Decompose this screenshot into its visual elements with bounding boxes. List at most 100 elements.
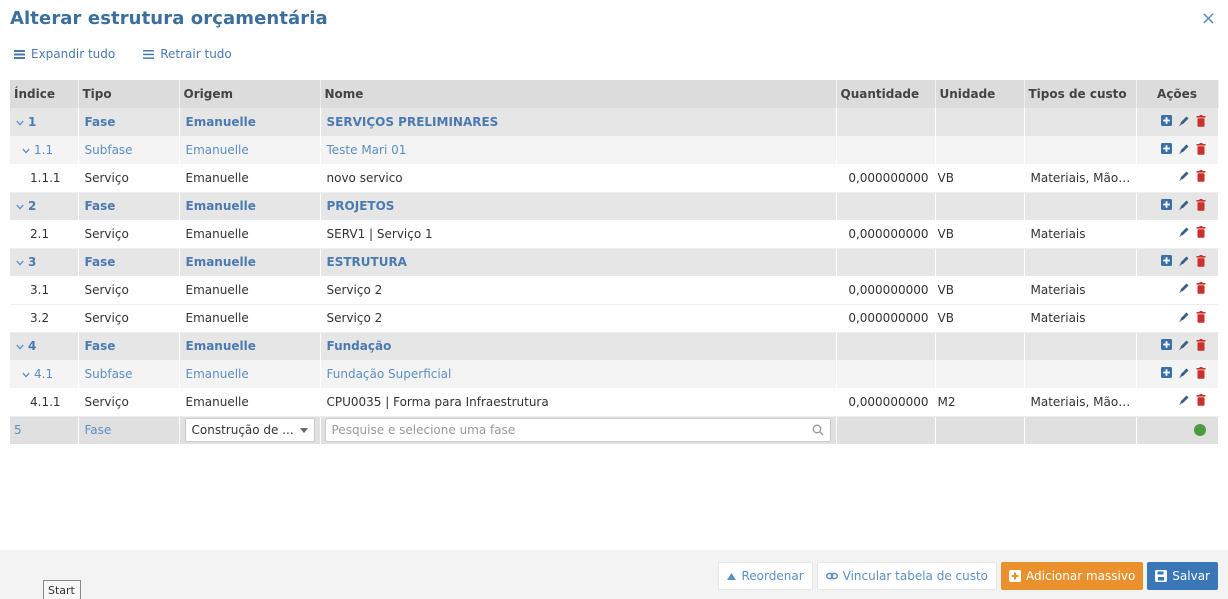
phase-search-input[interactable]: Pesquise e selecione uma fase bbox=[324, 418, 831, 443]
delete-icon[interactable] bbox=[1196, 254, 1206, 270]
edit-icon[interactable] bbox=[1178, 170, 1190, 185]
add-child-icon[interactable] bbox=[1160, 255, 1172, 269]
table-row[interactable]: 3.1 Serviço Emanuelle Serviço 2 0,000000000 V… bbox=[10, 276, 1219, 305]
cell-type: Serviço bbox=[78, 276, 180, 305]
cell-unit bbox=[935, 360, 1025, 388]
cell-quantity bbox=[836, 136, 936, 164]
cell-index[interactable]: 2 bbox=[10, 192, 79, 220]
table-row[interactable]: 1.1.1 Serviço Emanuelle novo servico 0,00000… bbox=[10, 164, 1219, 193]
cell-cost-types: Materiais bbox=[1024, 304, 1137, 333]
cell-index[interactable]: 1.1 bbox=[10, 136, 79, 164]
budget-structure-table: Índice Tipo Origem Nome Quantidade Unida… bbox=[10, 80, 1219, 444]
edit-icon[interactable] bbox=[1178, 282, 1190, 297]
delete-icon[interactable] bbox=[1196, 142, 1206, 158]
add-child-icon[interactable] bbox=[1160, 199, 1172, 213]
cell-actions bbox=[1136, 164, 1219, 193]
link-icon bbox=[825, 572, 838, 580]
delete-icon[interactable] bbox=[1196, 114, 1206, 130]
link-cost-table-label: Vincular tabela de custo bbox=[842, 569, 989, 583]
cell-actions bbox=[1136, 276, 1219, 305]
table-row[interactable]: 3.2 Serviço Emanuelle Serviço 2 0,000000000 V… bbox=[10, 304, 1219, 333]
chevron-down-icon[interactable] bbox=[22, 367, 34, 381]
cell-cost-types bbox=[1024, 108, 1137, 136]
column-header-cost-types[interactable]: Tipos de custo bbox=[1024, 80, 1137, 108]
close-icon[interactable]: × bbox=[1201, 10, 1216, 28]
edit-icon[interactable] bbox=[1178, 394, 1190, 409]
collapse-all-button[interactable]: Retrair tudo bbox=[143, 47, 232, 61]
link-cost-table-button[interactable]: Vincular tabela de custo bbox=[816, 562, 998, 590]
chevron-down-icon[interactable] bbox=[16, 115, 28, 129]
delete-icon[interactable] bbox=[1196, 338, 1206, 354]
table-row[interactable]: 4.1 Subfase Emanuelle Fundação Superficial bbox=[10, 360, 1219, 388]
cell-name: ESTRUTURA bbox=[320, 248, 837, 276]
cell-origin: Emanuelle bbox=[179, 192, 321, 220]
delete-icon[interactable] bbox=[1196, 310, 1206, 326]
reorder-button[interactable]: Reordenar bbox=[718, 562, 813, 590]
expand-all-button[interactable]: Expandir tudo bbox=[14, 47, 115, 61]
delete-icon[interactable] bbox=[1196, 366, 1206, 382]
add-child-icon[interactable] bbox=[1160, 339, 1172, 353]
new-phase-row: 5 Fase Construção de ... Pesquise e selecio… bbox=[10, 416, 1219, 444]
cell-index[interactable]: 3 bbox=[10, 248, 79, 276]
cell-actions bbox=[1136, 360, 1219, 388]
cell-index[interactable]: 4.1 bbox=[10, 360, 79, 388]
cell-index[interactable]: 1 bbox=[10, 108, 79, 136]
add-child-icon[interactable] bbox=[1160, 143, 1172, 157]
delete-icon[interactable] bbox=[1196, 282, 1206, 297]
chevron-down-icon[interactable] bbox=[16, 199, 28, 213]
new-row-index: 5 bbox=[10, 416, 79, 444]
delete-icon[interactable] bbox=[1196, 170, 1206, 185]
table-row[interactable]: 1.1 Subfase Emanuelle Teste Mari 01 bbox=[10, 136, 1219, 164]
add-child-icon[interactable] bbox=[1160, 367, 1172, 381]
save-button[interactable]: Salvar bbox=[1147, 562, 1218, 590]
cell-origin: Emanuelle bbox=[179, 304, 321, 333]
bulk-add-button[interactable]: Adicionar massivo bbox=[1001, 562, 1144, 590]
origin-select[interactable]: Construção de ... bbox=[184, 418, 315, 443]
chevron-down-icon[interactable] bbox=[16, 255, 28, 269]
cell-actions bbox=[1136, 136, 1219, 164]
cell-origin: Emanuelle bbox=[179, 164, 321, 193]
caret-down-icon bbox=[299, 427, 308, 433]
delete-icon[interactable] bbox=[1196, 198, 1206, 214]
add-child-icon[interactable] bbox=[1160, 115, 1172, 129]
edit-icon[interactable] bbox=[1178, 143, 1190, 158]
column-header-unit[interactable]: Unidade bbox=[935, 80, 1025, 108]
table-row[interactable]: 2.1 Serviço Emanuelle SERV1 | Serviço 1 0,00… bbox=[10, 220, 1219, 249]
budget-structure-modal: Alterar estrutura orçamentária × Expandi… bbox=[0, 0, 1228, 599]
cell-quantity bbox=[836, 248, 936, 276]
cell-cost-types bbox=[1024, 360, 1137, 388]
table-row[interactable]: 2 Fase Emanuelle PROJETOS bbox=[10, 192, 1219, 220]
cell-type: Serviço bbox=[78, 164, 180, 193]
table-row[interactable]: 3 Fase Emanuelle ESTRUTURA bbox=[10, 248, 1219, 276]
chevron-down-icon[interactable] bbox=[22, 143, 34, 157]
table-row[interactable]: 4.1.1 Serviço Emanuelle CPU0035 | Forma par… bbox=[10, 388, 1219, 417]
edit-icon[interactable] bbox=[1178, 367, 1190, 382]
cell-name: SERVIÇOS PRELIMINARES bbox=[320, 108, 837, 136]
edit-icon[interactable] bbox=[1178, 255, 1190, 270]
cell-name: Fundação Superficial bbox=[320, 360, 837, 388]
cell-index: 3.2 bbox=[10, 304, 79, 333]
delete-icon[interactable] bbox=[1196, 394, 1206, 409]
chevron-down-icon[interactable] bbox=[16, 339, 28, 353]
edit-icon[interactable] bbox=[1178, 339, 1190, 354]
column-header-quantity[interactable]: Quantidade bbox=[836, 80, 936, 108]
column-header-type[interactable]: Tipo bbox=[78, 80, 180, 108]
edit-icon[interactable] bbox=[1178, 311, 1190, 326]
column-header-index[interactable]: Índice bbox=[10, 80, 79, 108]
table-row[interactable]: 4 Fase Emanuelle Fundação bbox=[10, 332, 1219, 360]
cell-name: Serviço 2 bbox=[320, 276, 837, 305]
cell-name: PROJETOS bbox=[320, 192, 837, 220]
row-index: 1 bbox=[28, 115, 37, 129]
start-tooltip: Start bbox=[43, 580, 81, 599]
edit-icon[interactable] bbox=[1178, 226, 1190, 241]
bulk-add-label: Adicionar massivo bbox=[1026, 569, 1136, 583]
column-header-origin[interactable]: Origem bbox=[179, 80, 321, 108]
delete-icon[interactable] bbox=[1196, 226, 1206, 241]
edit-icon[interactable] bbox=[1178, 115, 1190, 130]
column-header-name[interactable]: Nome bbox=[320, 80, 837, 108]
cell-index[interactable]: 4 bbox=[10, 332, 79, 360]
cell-cost-types bbox=[1024, 416, 1137, 444]
save-label: Salvar bbox=[1172, 569, 1210, 583]
table-row[interactable]: 1 Fase Emanuelle SERVIÇOS PRELIMINARES bbox=[10, 108, 1219, 136]
edit-icon[interactable] bbox=[1178, 199, 1190, 214]
